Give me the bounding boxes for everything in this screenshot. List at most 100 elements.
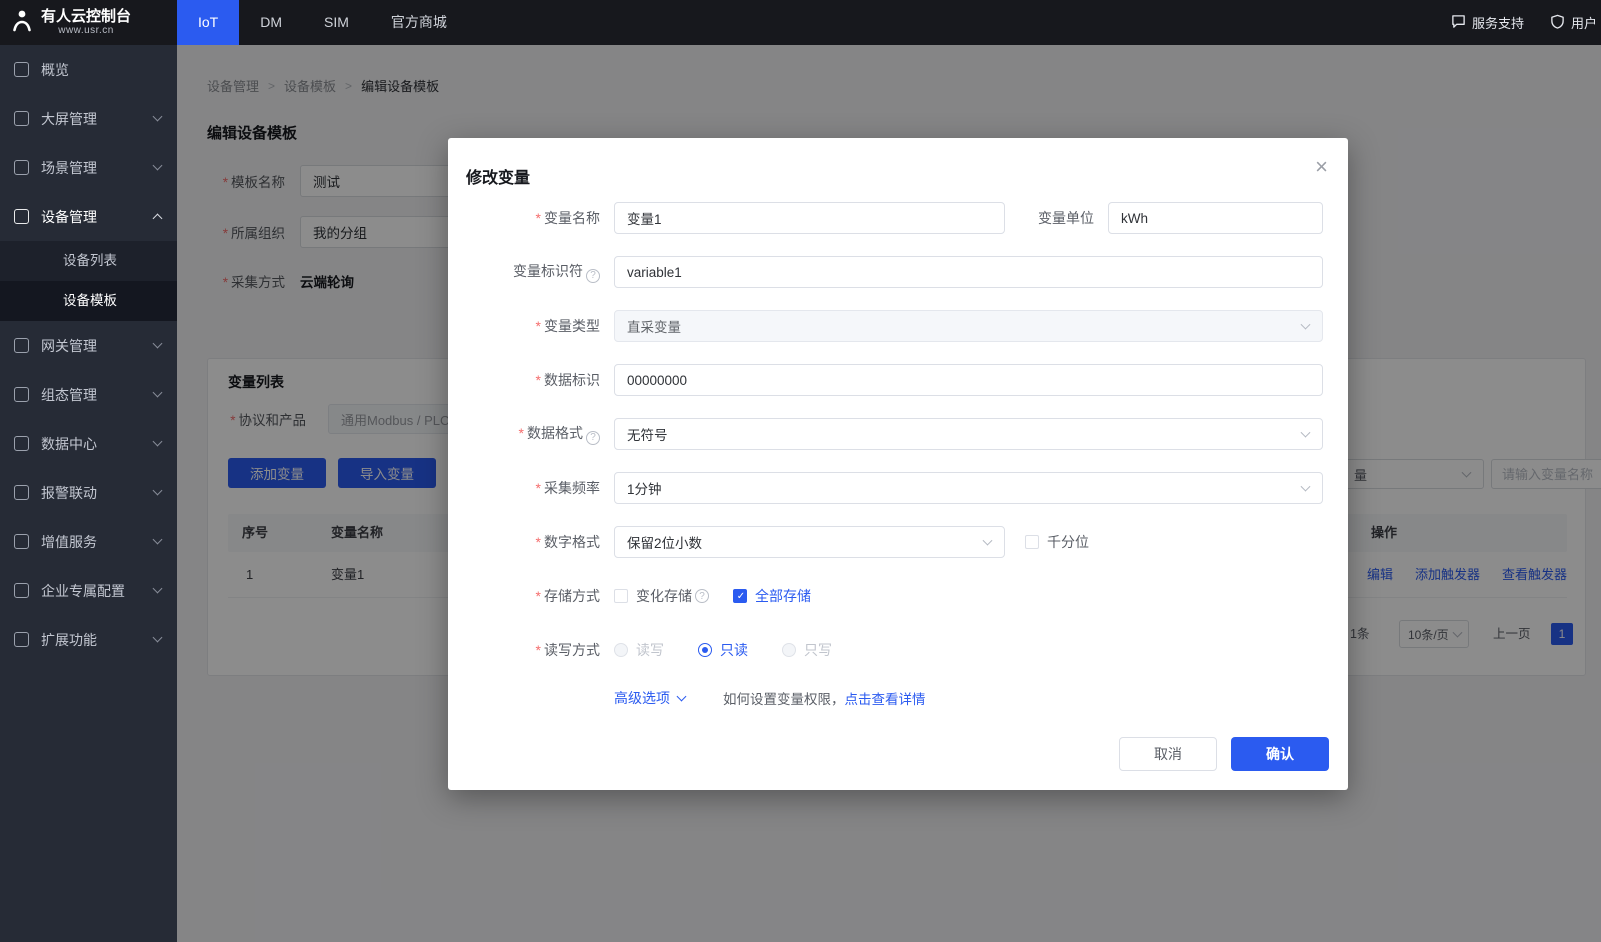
- sidebar-item-scene-mgmt[interactable]: 场景管理: [0, 143, 177, 192]
- overview-icon: [14, 62, 29, 77]
- required-asterisk: *: [536, 480, 541, 496]
- all-storage-checkbox[interactable]: [733, 589, 747, 603]
- sidebar-item-label: 网关管理: [41, 336, 97, 356]
- chevron-down-icon: [983, 536, 993, 546]
- view-details-link[interactable]: 点击查看详情: [845, 692, 926, 707]
- sidebar-item-label: 企业专属配置: [41, 581, 125, 601]
- read-only-radio[interactable]: [698, 643, 712, 657]
- sidebar-item-label: 设备管理: [41, 207, 97, 227]
- modal-title: 修改变量: [466, 164, 530, 188]
- sidebar-item-label: 大屏管理: [41, 109, 97, 129]
- alarm-icon: [14, 485, 29, 500]
- chevron-down-icon: [153, 633, 163, 643]
- variable-unit-input[interactable]: [1108, 202, 1323, 234]
- sidebar-item-data-center[interactable]: 数据中心: [0, 419, 177, 468]
- data-id-input[interactable]: [614, 364, 1323, 396]
- advanced-options-toggle[interactable]: 高级选项: [614, 688, 685, 708]
- topbar: 有人云控制台 www.usr.cn IoT DM SIM 官方商城 服务支持 用…: [0, 0, 1601, 45]
- tab-iot[interactable]: IoT: [177, 0, 239, 45]
- read-write-label: 读写方式: [544, 642, 600, 658]
- product-tabs: IoT DM SIM 官方商城: [177, 0, 468, 45]
- advanced-options-row: 高级选项 如何设置变量权限，点击查看详情: [448, 688, 1348, 708]
- thousand-separator-checkbox[interactable]: [1025, 535, 1039, 549]
- storage-mode-label: 存储方式: [544, 588, 600, 604]
- sidebar-item-gateway-mgmt[interactable]: 网关管理: [0, 321, 177, 370]
- chevron-down-icon: [153, 437, 163, 447]
- sidebar-item-label: 增值服务: [41, 532, 97, 552]
- number-format-select[interactable]: 保留2位小数: [614, 526, 1005, 558]
- extensions-icon: [14, 632, 29, 647]
- sidebar-item-label: 概览: [41, 60, 69, 80]
- variable-type-label: 变量类型: [544, 318, 600, 334]
- help-icon[interactable]: ?: [586, 269, 600, 283]
- user-menu[interactable]: 用户: [1550, 13, 1597, 32]
- close-icon[interactable]: ×: [1315, 156, 1328, 178]
- all-storage-label: 全部存储: [755, 586, 811, 606]
- read-write-row: *读写方式 读写 只读 只写: [448, 634, 1348, 666]
- required-asterisk: *: [536, 318, 541, 334]
- permission-hint: 如何设置变量权限，: [723, 692, 845, 707]
- logo[interactable]: 有人云控制台 www.usr.cn: [0, 0, 177, 45]
- sidebar-item-label: 数据中心: [41, 434, 97, 454]
- device-submenu: 设备列表 设备模板: [0, 241, 177, 321]
- tab-dm[interactable]: DM: [239, 0, 303, 45]
- sidebar-item-enterprise[interactable]: 企业专属配置: [0, 566, 177, 615]
- variable-type-select[interactable]: 直采变量: [614, 310, 1323, 342]
- gateway-icon: [14, 338, 29, 353]
- data-center-icon: [14, 436, 29, 451]
- write-only-radio[interactable]: [782, 643, 796, 657]
- chevron-down-icon: [153, 112, 163, 122]
- help-icon[interactable]: ?: [586, 431, 600, 445]
- configuration-icon: [14, 387, 29, 402]
- identifier-label: 变量标识符: [513, 263, 583, 279]
- chat-icon: [1451, 14, 1466, 32]
- data-format-select[interactable]: 无符号: [614, 418, 1323, 450]
- scene-icon: [14, 160, 29, 175]
- usr-person-logo-icon: [10, 8, 34, 37]
- read-only-option-label: 只读: [720, 640, 748, 660]
- tab-sim[interactable]: SIM: [303, 0, 370, 45]
- chevron-down-icon: [153, 486, 163, 496]
- required-asterisk: *: [536, 588, 541, 604]
- chevron-down-icon: [1301, 320, 1311, 330]
- data-id-label: 数据标识: [544, 372, 600, 388]
- identifier-row: 变量标识符?: [448, 256, 1348, 288]
- cancel-button[interactable]: 取消: [1119, 737, 1217, 771]
- variable-type-row: *变量类型 直采变量: [448, 310, 1348, 342]
- chevron-down-icon: [677, 692, 687, 702]
- sidebar-item-device-list[interactable]: 设备列表: [0, 241, 177, 281]
- sidebar-item-overview[interactable]: 概览: [0, 45, 177, 94]
- sidebar-item-value-added[interactable]: 增值服务: [0, 517, 177, 566]
- collect-frequency-select[interactable]: 1分钟: [614, 472, 1323, 504]
- sidebar-item-label: 组态管理: [41, 385, 97, 405]
- help-icon[interactable]: ?: [695, 589, 709, 603]
- confirm-button[interactable]: 确认: [1231, 737, 1329, 771]
- read-write-radio[interactable]: [614, 643, 628, 657]
- change-storage-checkbox[interactable]: [614, 589, 628, 603]
- sidebar: 概览 大屏管理 场景管理 设备管理 设备列表 设备模板 网关管理 组态管理 数据…: [0, 45, 177, 942]
- chevron-down-icon: [153, 339, 163, 349]
- sidebar-item-hmi-mgmt[interactable]: 组态管理: [0, 370, 177, 419]
- data-format-row: *数据格式? 无符号: [448, 418, 1348, 450]
- collect-frequency-row: *采集频率 1分钟: [448, 472, 1348, 504]
- required-asterisk: *: [519, 425, 524, 441]
- write-only-option-label: 只写: [804, 640, 832, 660]
- sidebar-item-label: 场景管理: [41, 158, 97, 178]
- identifier-input[interactable]: [614, 256, 1323, 288]
- sidebar-item-device-template[interactable]: 设备模板: [0, 281, 177, 321]
- data-id-row: *数据标识: [448, 364, 1348, 396]
- sidebar-item-device-mgmt[interactable]: 设备管理: [0, 192, 177, 241]
- sidebar-item-alarm[interactable]: 报警联动: [0, 468, 177, 517]
- support-menu[interactable]: 服务支持: [1451, 13, 1524, 32]
- big-screen-icon: [14, 111, 29, 126]
- support-label: 服务支持: [1472, 13, 1524, 32]
- sidebar-item-extensions[interactable]: 扩展功能: [0, 615, 177, 664]
- tab-mall[interactable]: 官方商城: [370, 0, 468, 45]
- sidebar-item-screen-mgmt[interactable]: 大屏管理: [0, 94, 177, 143]
- variable-name-label: 变量名称: [544, 210, 600, 226]
- sidebar-item-label: 扩展功能: [41, 630, 97, 650]
- number-format-row: *数字格式 保留2位小数 千分位: [448, 526, 1348, 558]
- user-label: 用户: [1571, 13, 1597, 32]
- chevron-up-icon: [153, 214, 163, 224]
- variable-name-input[interactable]: [614, 202, 1005, 234]
